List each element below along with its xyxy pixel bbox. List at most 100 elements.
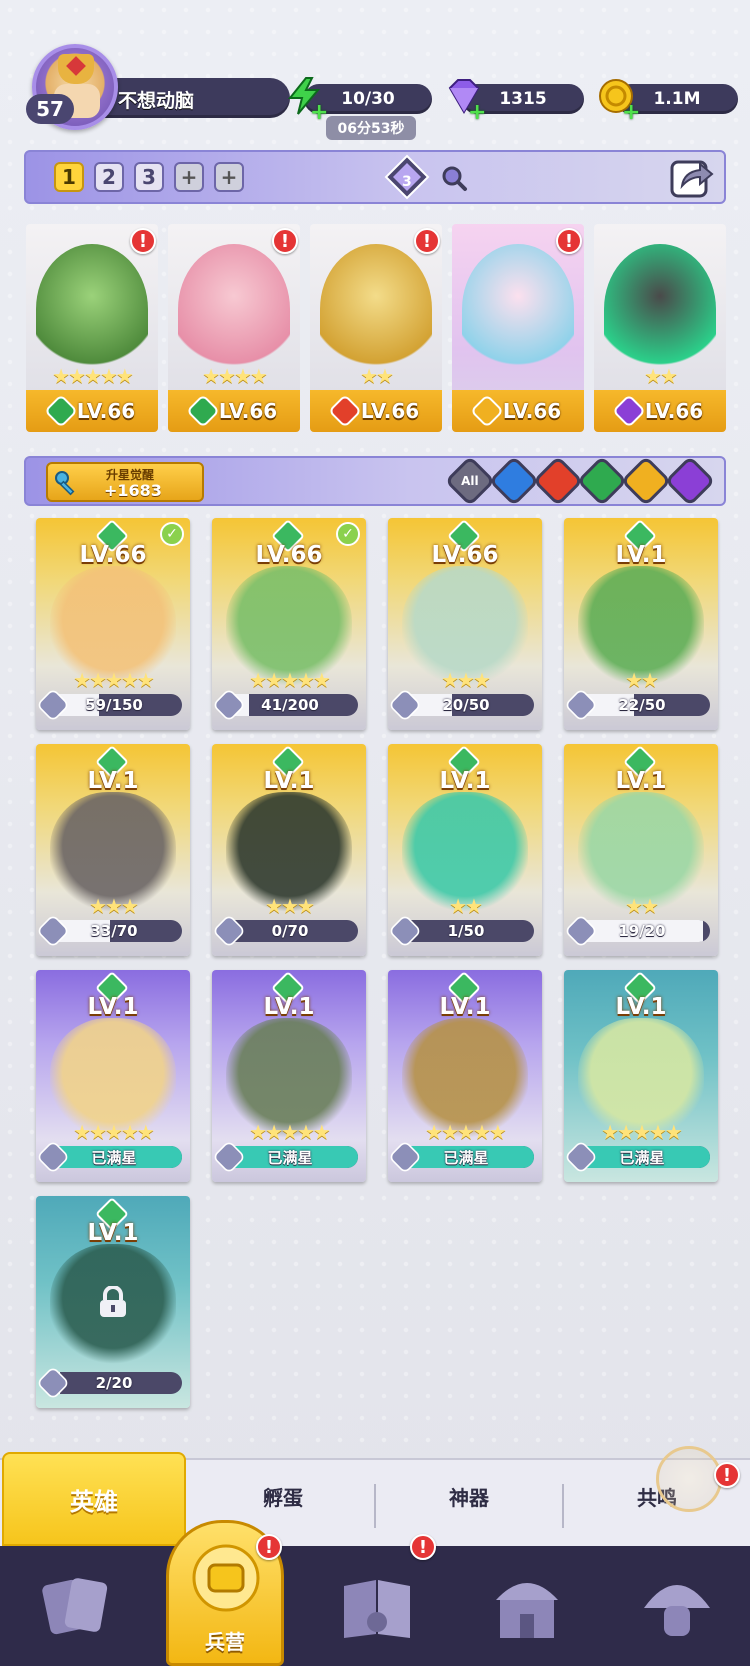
- dark-element-icon: [611, 394, 646, 428]
- star-rating: ★★★: [265, 894, 315, 918]
- team-lineup: ★★★★★ LV.66 ! ★★★★ LV.66 ! ★★ LV.66 ! LV…: [26, 224, 726, 432]
- water-filter-icon[interactable]: [488, 455, 540, 507]
- hero-level: LV.1: [615, 542, 667, 568]
- hero-level: LV.1: [263, 994, 315, 1020]
- star-rating: ★★: [625, 668, 659, 692]
- hero-portrait: [604, 244, 716, 374]
- team-slot-2[interactable]: ★★★★ LV.66 !: [168, 224, 300, 432]
- energy-resource[interactable]: 10/30 +: [284, 77, 432, 125]
- star-rating: ★★: [360, 364, 394, 388]
- gold-resource[interactable]: 1.1M +: [596, 79, 738, 125]
- nature-element-icon: [185, 394, 220, 428]
- key-icon: [55, 471, 75, 496]
- hero-card[interactable]: LV.1 ★★★★★ 已满星: [212, 970, 366, 1182]
- lock-icon: [100, 1286, 126, 1317]
- team-tab-1[interactable]: 1: [54, 162, 84, 192]
- tab-heroes[interactable]: 英雄: [2, 1452, 186, 1546]
- add-gold-icon[interactable]: +: [622, 100, 640, 125]
- hero-card[interactable]: ✓ LV.66 ★★★★★ 41/200: [212, 518, 366, 730]
- alert-badge: !: [130, 228, 156, 254]
- nav-temple[interactable]: [450, 1546, 600, 1666]
- team-slot-3[interactable]: ★★ LV.66 !: [310, 224, 442, 432]
- hero-portrait: [320, 244, 432, 374]
- section-tabs: 英雄 孵蛋 神器 共鸣: [0, 1452, 750, 1546]
- hero-card[interactable]: LV.1 ★★★★★ 已满星: [388, 970, 542, 1182]
- hero-level: LV.1: [87, 768, 139, 794]
- crystal-count: 3: [402, 174, 412, 190]
- alert-badge: !: [256, 1534, 282, 1560]
- alert-badge: !: [414, 228, 440, 254]
- team-hero-level: LV.66: [360, 399, 420, 423]
- top-bar: 不想动脑 57 10/30 + 06分53秒 1315 + 1.1M +: [0, 0, 750, 140]
- hero-level: LV.1: [615, 994, 667, 1020]
- gem-resource[interactable]: 1315 +: [442, 79, 584, 125]
- team-slot-1[interactable]: ★★★★★ LV.66 !: [26, 224, 158, 432]
- magnifier-icon[interactable]: [440, 164, 468, 192]
- player-name: 不想动脑: [118, 90, 195, 112]
- hero-card[interactable]: LV.66 ★★★ 20/50: [388, 518, 542, 730]
- alert-badge: !: [272, 228, 298, 254]
- star-rating: ★★: [644, 364, 678, 388]
- hero-card[interactable]: LV.1 ★★★★★ 已满星: [36, 970, 190, 1182]
- alert-badge: !: [714, 1462, 740, 1488]
- all-filter-icon[interactable]: All: [444, 455, 496, 507]
- team-tab-add-2[interactable]: +: [214, 162, 244, 192]
- team-tabs: 1 2 3 + +: [54, 162, 244, 192]
- hero-card[interactable]: ✓ LV.66 ★★★★★ 59/150: [36, 518, 190, 730]
- hero-card[interactable]: LV.1 ★★★ 33/70: [36, 744, 190, 956]
- team-slot-5[interactable]: ★★ LV.66: [594, 224, 726, 432]
- hero-level: LV.1: [87, 1220, 139, 1246]
- hero-card[interactable]: LV.1 ★★★ 0/70: [212, 744, 366, 956]
- cards-icon: [42, 1578, 108, 1635]
- hero-card[interactable]: LV.1 ★★ 22/50: [564, 518, 718, 730]
- star-rating: ★★★★★: [601, 1120, 683, 1144]
- hero-card[interactable]: LV.1 2/20: [36, 1196, 190, 1408]
- nav-cards[interactable]: [0, 1546, 150, 1666]
- nav-book[interactable]: [300, 1546, 450, 1666]
- team-slot-4[interactable]: LV.66 !: [452, 224, 584, 432]
- star-rating: ★★★★★: [73, 1120, 155, 1144]
- hero-level: LV.1: [263, 768, 315, 794]
- sparkle-icon[interactable]: [656, 1446, 722, 1512]
- player-profile[interactable]: 不想动脑 57: [26, 44, 290, 130]
- team-hero-level: LV.66: [644, 399, 704, 423]
- hero-level: LV.66: [431, 542, 499, 568]
- hero-level: LV.1: [439, 994, 491, 1020]
- fire-filter-icon[interactable]: [532, 455, 584, 507]
- team-tab-2[interactable]: 2: [94, 162, 124, 192]
- team-hero-level: LV.66: [218, 399, 278, 423]
- mushroom-icon: [644, 1585, 710, 1636]
- nav-mushroom[interactable]: [600, 1546, 750, 1666]
- star-rating: ★★★★★: [52, 364, 134, 388]
- awaken-button[interactable]: 升星觉醒 +1683: [46, 462, 204, 502]
- awaken-count: +1683: [104, 481, 162, 500]
- nav-barracks-label: 兵营: [205, 1630, 245, 1654]
- tab-hatch[interactable]: 孵蛋: [190, 1482, 376, 1511]
- hero-level: LV.66: [255, 542, 323, 568]
- nature-filter-icon[interactable]: [576, 455, 628, 507]
- book-icon: [344, 1580, 410, 1638]
- hero-card[interactable]: LV.1 ★★★★★ 已满星: [564, 970, 718, 1182]
- team-bar: 1 2 3 + + 3: [24, 150, 726, 204]
- alert-badge: !: [410, 1534, 436, 1560]
- star-rating: ★★★★★: [249, 1120, 331, 1144]
- star-rating: ★★★★★: [425, 1120, 507, 1144]
- hero-card[interactable]: LV.1 ★★ 1/50: [388, 744, 542, 956]
- hero-level: LV.66: [79, 542, 147, 568]
- energy-timer: 06分53秒: [326, 116, 416, 140]
- dark-filter-icon[interactable]: [664, 455, 716, 507]
- hero-portrait: [462, 244, 574, 374]
- hero-portrait: [36, 244, 148, 374]
- star-rating: ★★★★: [202, 364, 268, 388]
- share-icon[interactable]: [670, 156, 714, 198]
- team-tab-add-1[interactable]: +: [174, 162, 204, 192]
- filter-bar: 升星觉醒 +1683 All: [24, 455, 726, 507]
- player-level-badge: 57: [26, 94, 74, 124]
- add-gem-icon[interactable]: +: [468, 100, 486, 125]
- tab-artifact[interactable]: 神器: [376, 1482, 562, 1511]
- team-tab-3[interactable]: 3: [134, 162, 164, 192]
- fire-element-icon: [327, 394, 362, 428]
- star-rating: ★★★★★: [73, 668, 155, 692]
- light-filter-icon[interactable]: [620, 455, 672, 507]
- hero-card[interactable]: LV.1 ★★ 19/20: [564, 744, 718, 956]
